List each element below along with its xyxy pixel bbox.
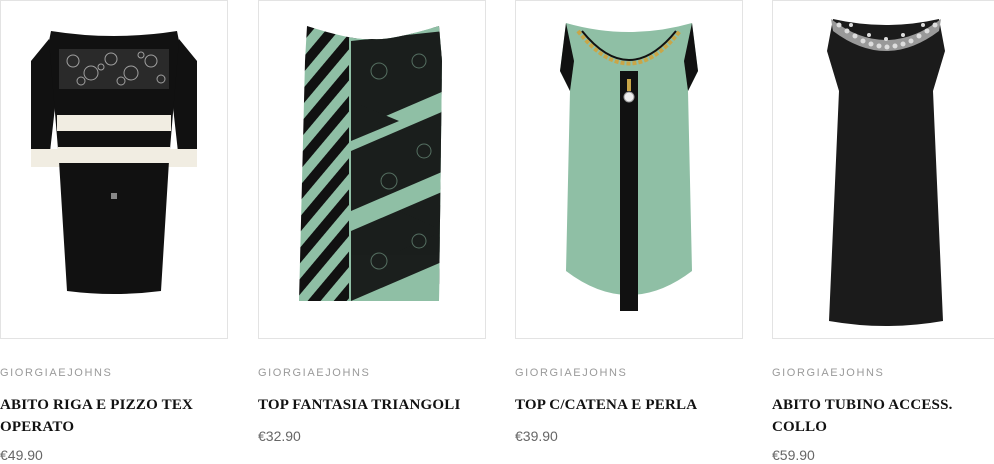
product-card[interactable]: GIORGIAEJOHNS ABITO TUBINO ACCESS. COLLO… xyxy=(772,0,994,464)
product-title[interactable]: TOP FANTASIA TRIANGOLI xyxy=(258,394,473,416)
top-illustration xyxy=(560,23,698,311)
product-grid: GIORGIAEJOHNS ABITO RIGA E PIZZO TEX OPE… xyxy=(0,0,994,463)
product-brand: GIORGIAEJOHNS xyxy=(515,367,628,379)
product-price: €49.90 xyxy=(0,447,43,463)
product-card[interactable]: GIORGIAEJOHNS TOP FANTASIA TRIANGOLI €32… xyxy=(258,0,486,445)
dress-illustration xyxy=(827,19,945,326)
product-title[interactable]: TOP C/CATENA E PERLA xyxy=(515,394,730,416)
product-title[interactable]: ABITO RIGA E PIZZO TEX OPERATO xyxy=(0,394,215,438)
product-image[interactable] xyxy=(515,0,743,339)
product-price: €32.90 xyxy=(258,428,301,444)
product-brand: GIORGIAEJOHNS xyxy=(258,367,371,379)
product-brand: GIORGIAEJOHNS xyxy=(0,367,113,379)
product-image[interactable] xyxy=(0,0,228,339)
product-image[interactable] xyxy=(772,0,994,339)
product-card[interactable]: GIORGIAEJOHNS TOP C/CATENA E PERLA €39.9… xyxy=(515,0,743,445)
top-illustration xyxy=(299,26,442,301)
product-price: €59.90 xyxy=(772,447,815,463)
product-image[interactable] xyxy=(258,0,486,339)
product-card[interactable]: GIORGIAEJOHNS ABITO RIGA E PIZZO TEX OPE… xyxy=(0,0,228,464)
product-price: €39.90 xyxy=(515,428,558,444)
product-title[interactable]: ABITO TUBINO ACCESS. COLLO xyxy=(772,394,987,438)
product-brand: GIORGIAEJOHNS xyxy=(772,367,885,379)
dress-illustration xyxy=(31,31,197,294)
